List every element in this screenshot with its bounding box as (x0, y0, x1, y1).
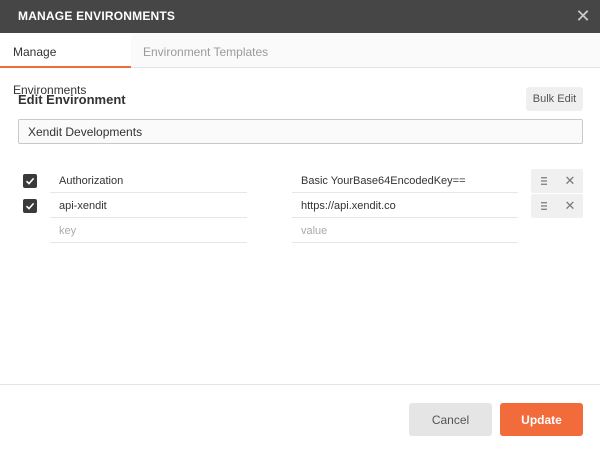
tab-environment-templates[interactable]: Environment Templates (143, 33, 268, 68)
update-button[interactable]: Update (500, 403, 583, 436)
enabled-checkbox[interactable] (23, 199, 37, 213)
value-field[interactable]: https://api.xendit.co (292, 194, 518, 218)
tab-manage-environments[interactable]: Manage Environments (0, 33, 131, 97)
remove-icon[interactable]: ✕ (564, 174, 576, 188)
new-variable-row: key value (0, 219, 600, 243)
variable-row: api-xendit https://api.xendit.co ✕ (0, 194, 600, 218)
key-field[interactable]: api-xendit (50, 194, 247, 218)
new-value-field[interactable]: value (292, 219, 518, 243)
remove-icon[interactable]: ✕ (564, 199, 576, 213)
row-actions: ✕ (531, 194, 583, 218)
new-key-field[interactable]: key (50, 219, 247, 243)
key-field[interactable]: Authorization (50, 169, 247, 193)
close-icon[interactable]: ✕ (574, 6, 592, 26)
tab-bar: Manage Environments Environment Template… (0, 33, 600, 97)
bulk-edit-button[interactable]: Bulk Edit (526, 87, 583, 111)
footer-divider (0, 384, 600, 385)
drag-handle-icon[interactable] (539, 200, 549, 212)
section-title: Edit Environment (18, 92, 126, 107)
cancel-button[interactable]: Cancel (409, 403, 492, 436)
value-field[interactable]: Basic YourBase64EncodedKey== (292, 169, 518, 193)
environment-name-input[interactable] (18, 119, 583, 144)
drag-handle-icon[interactable] (539, 175, 549, 187)
row-actions: ✕ (531, 169, 583, 193)
variable-row: Authorization Basic YourBase64EncodedKey… (0, 169, 600, 193)
enabled-checkbox[interactable] (23, 174, 37, 188)
title-bar: MANAGE ENVIRONMENTS ✕ (0, 0, 600, 33)
dialog-title: MANAGE ENVIRONMENTS (18, 9, 176, 23)
